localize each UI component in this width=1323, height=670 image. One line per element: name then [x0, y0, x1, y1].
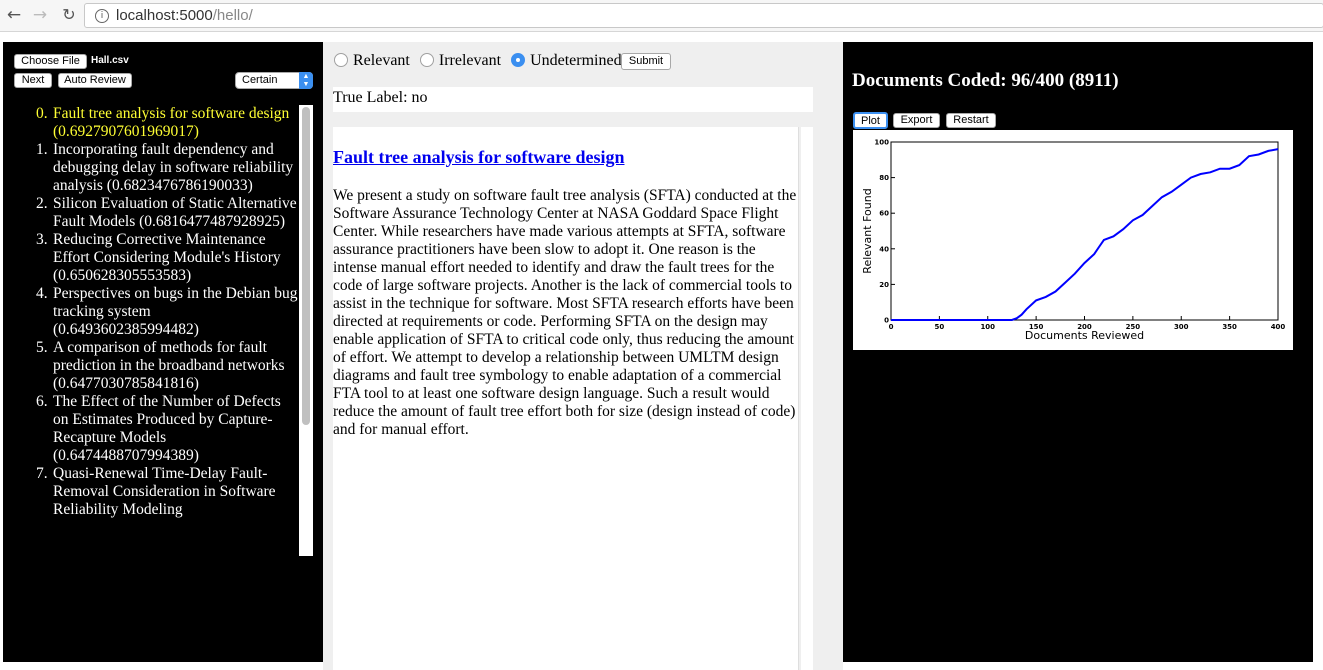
recall-chart-svg: 0 50 100 150 200 250 300 350 400020406080100Docu… [861, 139, 1286, 343]
document-list-item[interactable]: 7. Quasi-Renewal Time-Delay Fault-Removal… [14, 465, 298, 519]
y-tick-label: 0 [884, 317, 889, 325]
back-icon[interactable]: ← [3, 4, 25, 26]
document-list-item-index: 1. [36, 141, 48, 158]
scrollbar-thumb[interactable] [302, 107, 310, 425]
radio-undetermined[interactable]: Undetermined [511, 52, 628, 70]
middle-panel: Relevant Irrelevant Undetermined Submit … [323, 42, 843, 670]
chevron-down-icon: ▼ [302, 81, 310, 88]
address-bar[interactable]: i localhost:5000/hello/ [84, 3, 1323, 28]
info-icon[interactable]: i [95, 9, 109, 23]
document-list-item[interactable]: 1. Incorporating fault dependency and deb… [14, 141, 298, 195]
document-view-scrollbar[interactable] [801, 127, 813, 670]
chevron-up-icon: ▲ [302, 73, 310, 80]
left-panel: Choose File Hall.csv Next Auto Review Ce… [3, 42, 323, 662]
auto-review-button[interactable]: Auto Review [58, 73, 132, 88]
document-list-item-index: 6. [36, 393, 48, 410]
document-list-item[interactable]: 5. A comparison of methods for fault pred… [14, 339, 298, 393]
y-tick-label: 20 [879, 281, 889, 289]
document-list-item[interactable]: 2. Silicon Evaluation of Static Alternati… [14, 195, 298, 231]
recall-chart: 0 50 100 150 200 250 300 350 400 0 20 40 60 80 100 Docu… [853, 130, 1293, 350]
document-list-item-text: Reducing Corrective Maintenance Effort C… [53, 231, 281, 284]
radio-relevant-label: Relevant [353, 52, 410, 70]
url-text[interactable]: localhost:5000/hello/ [116, 7, 253, 24]
x-tick-label: 400 [1271, 323, 1286, 331]
true-label-box: True Label: no [333, 87, 813, 112]
document-list-item-index: 2. [36, 195, 48, 212]
document-list-item[interactable]: 4. Perspectives on bugs in the Debian bug… [14, 285, 298, 339]
true-label: True Label: no [333, 89, 428, 106]
certainty-select[interactable]: Certain ▲ ▼ [235, 72, 313, 89]
plot-button[interactable]: Plot [853, 112, 888, 129]
x-tick-label: 350 [1222, 323, 1237, 331]
radio-undetermined-label: Undetermined [530, 52, 622, 70]
y-tick-label: 60 [879, 210, 889, 218]
radio-relevant-circle[interactable] [334, 53, 348, 68]
document-list-item[interactable]: 3. Reducing Corrective Maintenance Effort… [14, 231, 298, 285]
radio-irrelevant-circle[interactable] [419, 53, 434, 68]
next-button[interactable]: Next [14, 73, 52, 88]
choose-file-button[interactable]: Choose File [14, 54, 87, 69]
select-arrows-icon: ▲ ▼ [299, 72, 313, 89]
document-title-link[interactable]: Fault tree analysis for software design [333, 147, 624, 168]
x-tick-label: 50 [935, 323, 945, 331]
reload-icon[interactable]: ↻ [58, 4, 80, 26]
document-list-item-text: Quasi-Renewal Time-Delay Fault-Removal C… [53, 465, 276, 518]
document-abstract: We present a study on software fault tre… [333, 187, 797, 438]
submit-button[interactable]: Submit [621, 53, 671, 70]
document-list-item[interactable]: 6. The Effect of the Number of Defects on… [14, 393, 298, 465]
document-list-item-index: 3. [36, 231, 48, 248]
file-name: Hall.csv [91, 55, 129, 66]
series-line [891, 148, 1279, 321]
document-list-item-text: Incorporating fault dependency and debug… [53, 141, 294, 194]
url-host: localhost:5000 [116, 7, 213, 24]
radio-irrelevant[interactable]: Irrelevant [419, 52, 507, 70]
restart-button[interactable]: Restart [946, 113, 996, 128]
document-list-item-index: 7. [36, 465, 48, 482]
document-list-item-index: 4. [36, 285, 48, 302]
document-list-item-index: 0. [36, 105, 48, 122]
forward-icon[interactable]: → [29, 4, 51, 26]
x-tick-label: 300 [1174, 323, 1189, 331]
y-tick-label: 40 [879, 245, 889, 253]
document-list-item[interactable]: 0. Fault tree analysis for software desig… [14, 105, 298, 141]
document-list: 0. Fault tree analysis for software desig… [14, 105, 298, 556]
document-view: Fault tree analysis for software design … [333, 127, 799, 670]
browser-toolbar: ← → ↻ i localhost:5000/hello/ [0, 0, 1323, 32]
document-list-item-text: A comparison of methods for fault predic… [53, 339, 285, 392]
y-tick-label: 80 [879, 174, 889, 182]
url-path: /hello/ [212, 7, 253, 24]
y-tick-label: 100 [874, 139, 889, 147]
x-tick-label: 100 [980, 323, 995, 331]
document-list-scrollbar[interactable] [299, 105, 313, 556]
document-list-item-text: Fault tree analysis for software design … [53, 105, 290, 140]
radio-irrelevant-label: Irrelevant [438, 52, 502, 70]
right-panel: Documents Coded: 96/400 (8911) Plot Expo… [843, 42, 1313, 662]
x-axis-label: Documents Reviewed [1025, 329, 1144, 342]
label-radio-group: Relevant Irrelevant Undetermined [334, 52, 628, 72]
radio-relevant[interactable]: Relevant [334, 52, 416, 70]
document-list-item-index: 5. [36, 339, 48, 356]
document-list-item-text: The Effect of the Number of Defects on E… [53, 393, 281, 464]
document-list-item-text: Perspectives on bugs in the Debian bug t… [53, 285, 298, 338]
radio-undetermined-circle[interactable] [511, 53, 526, 68]
x-tick-label: 0 [889, 323, 894, 331]
documents-coded-counter: Documents Coded: 96/400 (8911) [852, 70, 1119, 91]
export-button[interactable]: Export [893, 113, 940, 128]
y-axis-label: Relevant Found [861, 188, 874, 273]
document-list-item-text: Silicon Evaluation of Static Alternative… [53, 195, 297, 230]
certainty-select-value: Certain [242, 74, 278, 86]
